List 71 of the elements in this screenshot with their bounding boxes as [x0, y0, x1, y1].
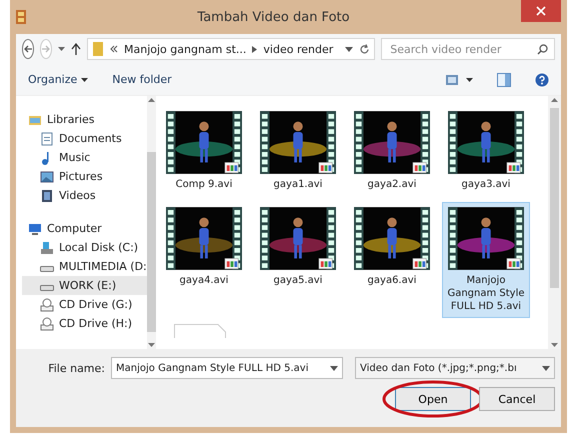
sidebar-item[interactable]: Videos — [22, 186, 147, 205]
file-name-label: File name: — [48, 362, 105, 374]
sidebar-item[interactable]: Computer — [22, 219, 147, 238]
view-icon — [446, 74, 458, 84]
view-options-button[interactable] — [446, 74, 473, 84]
caret-icon — [81, 78, 88, 82]
scroll-up-icon[interactable] — [551, 98, 558, 102]
file-tile[interactable]: gaya6.avi — [348, 202, 436, 318]
file-name-field[interactable]: Manjojo Gangnam Style FULL HD 5.avi — [111, 357, 343, 379]
file-tile[interactable]: gaya3.avi — [442, 106, 530, 196]
organize-menu[interactable]: Organize — [28, 73, 88, 86]
recent-dropdown[interactable] — [58, 47, 65, 51]
preview-pane-icon[interactable] — [497, 72, 511, 86]
arrow-left-icon — [23, 44, 33, 54]
scroll-down-icon[interactable] — [148, 343, 155, 347]
scrollbar[interactable] — [146, 96, 156, 349]
refresh-icon[interactable] — [359, 44, 370, 54]
breadcrumb[interactable]: Manjojo gangnam st... — [124, 42, 246, 56]
file-tile[interactable]: gaya4.avi — [160, 202, 248, 318]
file-tile[interactable]: Manjojo Gangnam Style FULL HD 5.avi — [442, 202, 530, 318]
file-type-dropdown[interactable]: Video dan Foto (*.jpg;*.png;*.bı — [355, 357, 555, 379]
sidebar-item[interactable]: Local Disk (C:) — [22, 238, 147, 257]
caret-icon — [58, 47, 65, 51]
scroll-up-icon[interactable] — [148, 98, 155, 102]
open-button[interactable]: Open — [395, 387, 471, 411]
window-title: Tambah Video dan Foto — [196, 10, 351, 24]
file-tile[interactable]: gaya1.avi — [254, 106, 342, 196]
sidebar-item[interactable]: WORK (E:) — [22, 276, 147, 295]
sidebar-item[interactable]: CD Drive (H:) — [22, 314, 147, 333]
search-icon — [537, 44, 548, 54]
app-icon — [16, 10, 26, 24]
cancel-button[interactable]: Cancel — [479, 387, 555, 411]
drive-icon — [40, 240, 54, 254]
dropdown-icon — [330, 366, 338, 370]
sidebar-item[interactable]: MULTIMEDIA (D: — [22, 257, 147, 276]
up-button[interactable] — [71, 43, 81, 55]
cd-drive-icon — [40, 316, 54, 330]
address-dropdown-icon — [345, 46, 354, 52]
drive-icon — [40, 285, 54, 291]
close-icon — [536, 6, 546, 16]
sidebar-item[interactable]: Libraries — [22, 110, 147, 129]
sidebar-item[interactable]: Pictures — [22, 167, 147, 186]
sidebar-item[interactable]: CD Drive (G:) — [22, 295, 147, 314]
file-icon — [174, 324, 226, 338]
arrow-up-icon — [71, 43, 81, 55]
file-tile[interactable]: Comp 9.avi — [160, 106, 248, 196]
help-icon[interactable] — [535, 72, 549, 86]
address-bar[interactable]: Manjojo gangnam st... video render — [87, 38, 376, 60]
new-folder-button[interactable]: New folder — [112, 73, 172, 86]
overflow-chevron-icon — [110, 45, 118, 53]
scrollbar[interactable] — [548, 96, 561, 349]
caret-icon — [466, 78, 473, 82]
sidebar-item[interactable]: Documents — [22, 129, 147, 148]
film-icon — [40, 188, 54, 202]
arrow-right-icon — [41, 44, 51, 54]
scroll-down-icon[interactable] — [551, 343, 558, 347]
sidebar-item[interactable]: Music — [22, 148, 147, 167]
dropdown-icon — [542, 366, 550, 370]
file-tile[interactable]: gaya2.avi — [348, 106, 436, 196]
cd-drive-icon — [40, 298, 54, 312]
search-field[interactable]: Search video render — [381, 38, 556, 60]
picture-icon — [40, 170, 54, 184]
computer-icon — [28, 222, 42, 236]
file-tile[interactable]: gaya5.avi — [254, 202, 342, 318]
breadcrumb[interactable]: video render — [263, 42, 334, 56]
folder-icon — [92, 41, 104, 57]
document-icon — [40, 132, 54, 146]
back-button[interactable] — [22, 39, 34, 59]
drive-icon — [40, 266, 54, 272]
close-button[interactable] — [521, 0, 561, 22]
breadcrumb-arrow-icon — [252, 46, 258, 52]
